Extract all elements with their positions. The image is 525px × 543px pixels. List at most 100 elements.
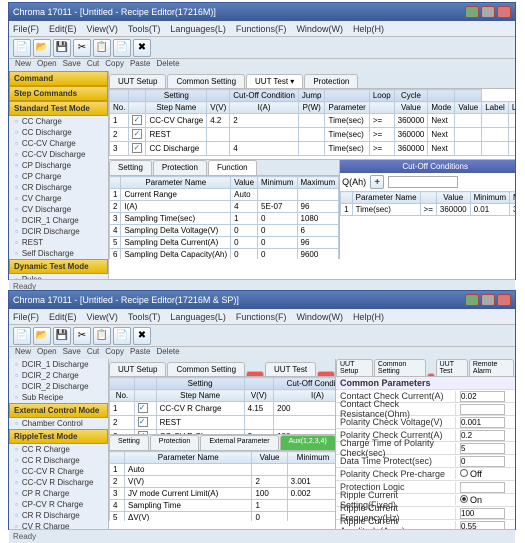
row-checkbox[interactable] [132, 129, 142, 139]
sidebar-item[interactable]: DCIR_1 Charge [9, 215, 108, 226]
tab[interactable] [427, 373, 435, 376]
sidebar-item[interactable]: CP-CV R Charge [9, 499, 108, 510]
menu-item[interactable]: Functions(F) [236, 312, 287, 322]
tab[interactable]: UUT Setup [336, 359, 373, 376]
close-button[interactable] [497, 294, 511, 306]
menu-item[interactable]: View(V) [87, 312, 118, 322]
tab[interactable]: External Parameter [200, 435, 278, 450]
sidebar-item[interactable]: REST [9, 237, 108, 248]
tab[interactable]: Aux(1,2,3,4) [280, 435, 336, 450]
column-header[interactable]: Loop To [508, 102, 515, 114]
tab[interactable]: UUT Setup [109, 74, 166, 88]
paste-button[interactable]: 📄 [113, 39, 131, 57]
prop-input[interactable] [460, 508, 505, 519]
tab[interactable]: UUT Test [436, 359, 468, 376]
sidebar-item[interactable]: Pulse [9, 274, 108, 279]
cut-button[interactable]: ✂ [73, 327, 91, 345]
column-header[interactable]: V(V) [207, 102, 230, 114]
sidebar-item[interactable]: CP Discharge [9, 160, 108, 171]
menu-item[interactable]: Languages(L) [170, 312, 226, 322]
menu-item[interactable]: Edit(E) [49, 312, 77, 322]
prop-input[interactable] [460, 456, 505, 467]
sidebar-group-header[interactable]: External Control Mode [9, 403, 108, 418]
sidebar-item[interactable]: CP R Charge [9, 488, 108, 499]
column-header[interactable]: Parameter [325, 102, 369, 114]
menu-item[interactable]: Help(H) [353, 312, 384, 322]
cutoff-grid[interactable]: Parameter NameValueMinimumMaximum1Time(s… [340, 191, 515, 259]
sidebar-group-header[interactable]: Step Commands [9, 86, 108, 101]
sidebar-item[interactable]: CC-CV Discharge [9, 149, 108, 160]
menu-item[interactable]: Languages(L) [170, 24, 226, 34]
sidebar-item[interactable]: CC Discharge [9, 127, 108, 138]
minimize-button[interactable] [465, 6, 479, 18]
table-row[interactable]: 1CC-CV Charge4.22Time(sec)>=360000Next [110, 114, 516, 128]
parameter-grid[interactable]: Parameter NameValueMinimumMaximum1Curren… [109, 176, 339, 259]
sidebar-item[interactable]: CR R Discharge [9, 510, 108, 521]
delete-button[interactable]: ✖ [133, 39, 151, 57]
tab[interactable]: Common Setting [167, 362, 245, 376]
new-button[interactable]: 📄 [13, 327, 31, 345]
param-row[interactable]: 5Sampling Delta Current(A)0096 [110, 237, 339, 249]
new-button[interactable]: 📄 [13, 39, 31, 57]
param-row[interactable]: 1Current RangeAuto [110, 189, 339, 201]
prop-input[interactable] [460, 482, 505, 493]
column-header[interactable]: Step Name [146, 102, 207, 114]
tab[interactable]: UUT Setup [109, 362, 166, 376]
column-header[interactable]: Value [455, 102, 482, 114]
tab[interactable]: Protection [304, 74, 358, 88]
sidebar-item[interactable]: DCIR_2 Charge [9, 370, 108, 381]
sidebar-item[interactable]: CC-CV Charge [9, 138, 108, 149]
tab[interactable]: Protection [153, 160, 207, 175]
sidebar-item[interactable]: CV Discharge [9, 204, 108, 215]
sidebar-item[interactable]: CP Charge [9, 171, 108, 182]
sidebar-group-header[interactable]: Dynamic Test Mode [9, 259, 108, 274]
prop-input[interactable] [460, 443, 505, 454]
column-header[interactable]: P(W) [298, 102, 325, 114]
tab[interactable]: Common Setting [374, 359, 426, 376]
sidebar-item[interactable]: DCIR_2 Discharge [9, 381, 108, 392]
maximize-button[interactable] [481, 6, 495, 18]
sidebar-group-header[interactable]: RippleTest Mode [9, 429, 108, 444]
row-checkbox[interactable] [132, 143, 142, 153]
menu-item[interactable]: File(F) [13, 312, 39, 322]
maximize-button[interactable] [481, 294, 495, 306]
column-header[interactable] [134, 390, 156, 402]
cut-button[interactable]: ✂ [73, 39, 91, 57]
cutoff-row[interactable]: 1Time(sec)>=3600000.013596400 [341, 204, 515, 216]
save-button[interactable]: 💾 [53, 39, 71, 57]
sidebar-item[interactable]: DCIR_1 Discharge [9, 359, 108, 370]
row-checkbox[interactable] [138, 403, 148, 413]
paste-button[interactable]: 📄 [113, 327, 131, 345]
delete-button[interactable]: ✖ [133, 327, 151, 345]
param-row[interactable]: 4Sampling Delta Voltage(V)006 [110, 225, 339, 237]
sidebar-group-header[interactable]: Standard Test Mode [9, 101, 108, 116]
tab[interactable]: UUT Test ▾ [246, 74, 303, 88]
prop-input[interactable] [460, 404, 505, 415]
column-header[interactable]: Mode [428, 102, 455, 114]
column-header[interactable]: Label [482, 102, 509, 114]
sidebar-item[interactable]: CC-CV R Discharge [9, 477, 108, 488]
param-row[interactable]: 6Sampling Delta Capacity(Ah)009600 [110, 249, 339, 260]
copy-button[interactable]: 📋 [93, 327, 111, 345]
column-header[interactable]: No. [110, 390, 135, 402]
sidebar-item[interactable]: Sub Recipe [9, 392, 108, 403]
column-header[interactable]: No. [110, 102, 129, 114]
save-button[interactable]: 💾 [53, 327, 71, 345]
steps-grid[interactable]: SettingCut-Off ConditionJumpLoopCycleNo.… [109, 89, 515, 159]
tab[interactable]: Protection [150, 435, 200, 450]
prop-input[interactable] [460, 430, 505, 441]
tab[interactable]: Function [208, 160, 257, 175]
open-button[interactable]: 📂 [33, 327, 51, 345]
menu-item[interactable]: Functions(F) [236, 24, 287, 34]
tab[interactable] [317, 371, 335, 376]
table-row[interactable]: 3CC Discharge4Time(sec)>=360000Next [110, 142, 516, 156]
table-row[interactable]: 2RESTTime(sec)>=360000Next [110, 128, 516, 142]
column-header[interactable]: V(V) [244, 390, 273, 402]
sidebar-item[interactable]: CR Discharge [9, 182, 108, 193]
prop-input[interactable] [460, 417, 505, 428]
menu-item[interactable]: Tools(T) [128, 24, 161, 34]
sidebar-item[interactable]: Chamber Control [9, 418, 108, 429]
radio-on[interactable] [460, 469, 468, 477]
sidebar-item[interactable]: CV Charge [9, 193, 108, 204]
param-row[interactable]: 2I(A)45E-0796 [110, 201, 339, 213]
